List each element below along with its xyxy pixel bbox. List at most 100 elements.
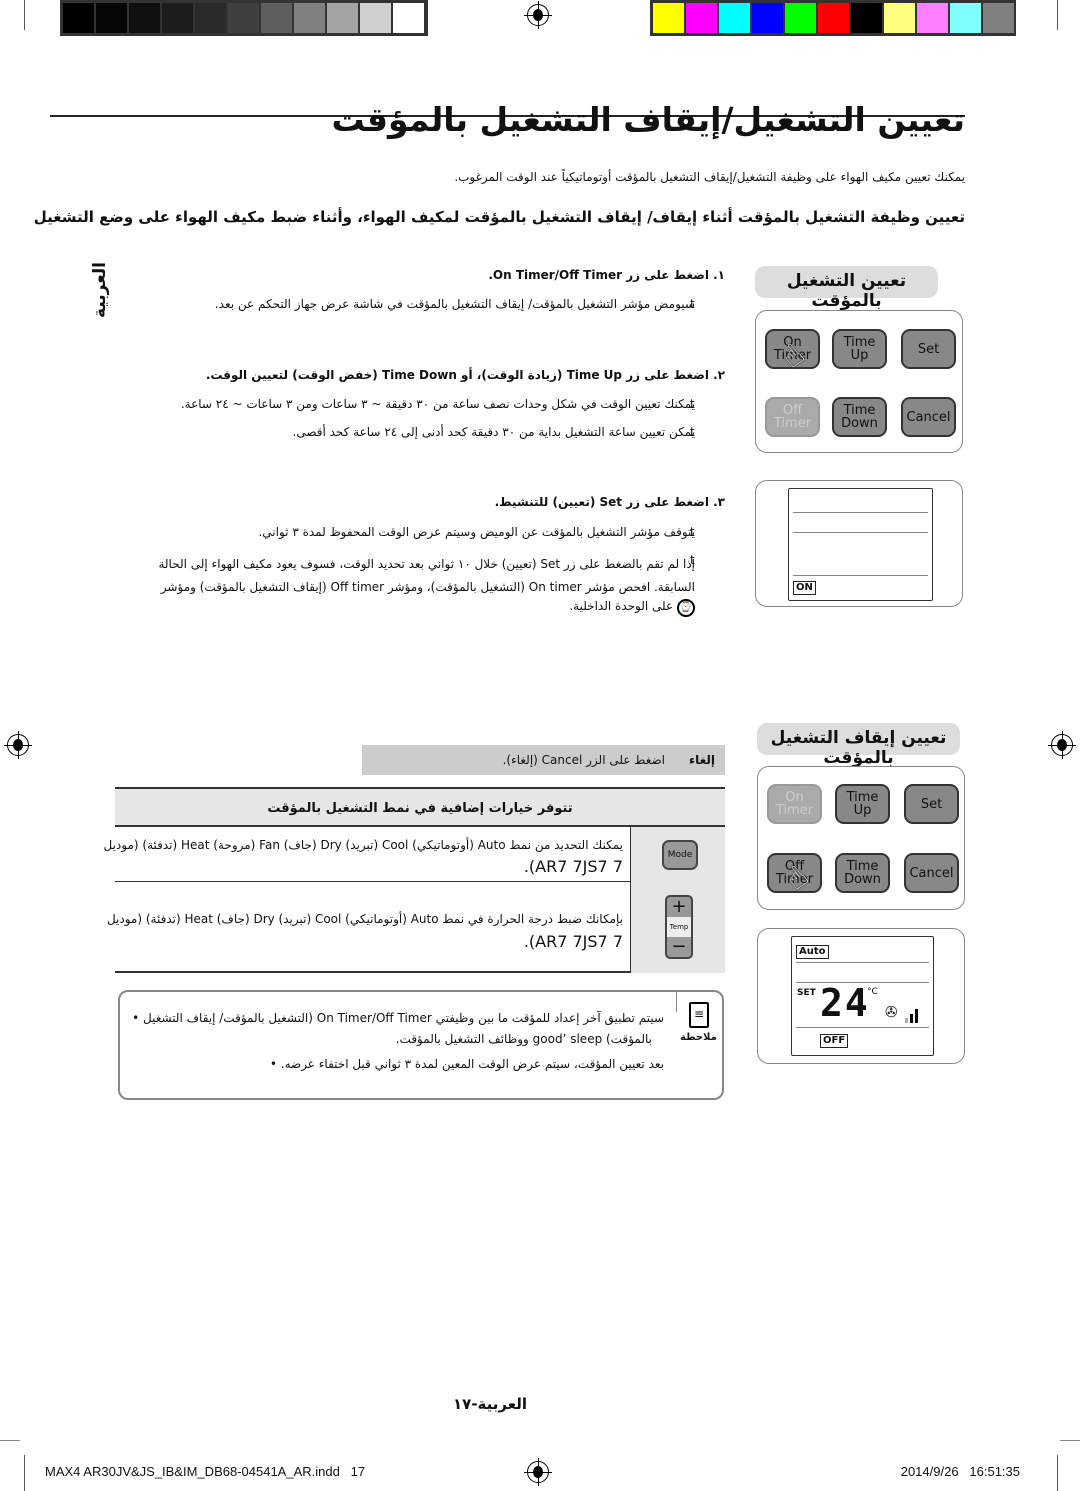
subheading: تعيين وظيفة التشغيل بالمؤقت أثناء إيقاف/… <box>33 208 965 226</box>
off-timer-heading: تعيين إيقاف التشغيل بالمؤقت <box>757 723 960 768</box>
table-header-text: تتوفر خيارات إضافية في نمط التشغيل بالمؤ… <box>267 801 573 816</box>
table-row: بإمكانك ضبط درجة الحرارة في نمط Auto (أو… <box>107 882 725 973</box>
color-swatch <box>326 2 359 34</box>
step-1-bullet-1: سيومض مؤشر التشغيل بالمؤقت/ إيقاف التشغي… <box>215 297 695 311</box>
registration-mark-icon <box>4 731 32 759</box>
remote-display-panel: Auto SET 24 °C ✇ OFF <box>757 928 965 1064</box>
set-label: SET <box>797 988 816 998</box>
icon-cell: Mode <box>630 827 725 882</box>
color-swatch <box>359 2 392 34</box>
remote-buttons-panel: On Timer Time Up Set Off Timer Time Down… <box>755 310 963 453</box>
color-swatch <box>161 2 194 34</box>
on-indicator: ON <box>793 581 816 595</box>
step-3-heading: ٣. اضغط على زر Set (تعيين) للتنشيط. <box>494 495 725 509</box>
bullet-marker: t <box>690 297 695 311</box>
step-2-bullet-1: يمكنك تعيين الوقت في شكل وحدات نصف ساعة … <box>180 397 695 411</box>
bullet-marker: t <box>690 525 695 539</box>
page-number: العربية-١٧ <box>453 1395 527 1413</box>
row-text: AR7 7JS7 7). <box>523 857 623 876</box>
trim-line <box>24 1455 25 1491</box>
trim-line <box>24 0 25 30</box>
off-timer-button[interactable]: Off Timer <box>765 397 820 437</box>
minus-icon: − <box>671 936 687 957</box>
time-down-button[interactable]: Time Down <box>835 853 890 893</box>
page-title: تعيين التشغيل/إيقاف التشغيل بالمؤقت <box>331 100 966 139</box>
remote-display-panel: ON <box>755 480 963 607</box>
trim-line <box>0 1440 20 1441</box>
mode-indicator: Auto <box>796 945 829 959</box>
trim-line <box>1060 1440 1080 1441</box>
plus-icon: + <box>671 896 687 917</box>
bullet-marker: t <box>690 425 695 439</box>
cancel-button[interactable]: Cancel <box>901 397 956 437</box>
registration-mark-icon <box>524 1458 552 1486</box>
cancel-bar: إلغاء اضغط على الزر Cancel (إلغاء). <box>362 745 725 775</box>
bullet-text: على الوحدة الداخلية. <box>569 599 674 613</box>
step-3-bullet-2: إذا لم تقم بالضغط على زر Set (تعيين) خلا… <box>158 557 695 594</box>
temp-label: Temp <box>667 917 691 937</box>
remote-buttons-panel: On Timer Time Up Set Off Timer Time Down… <box>757 766 965 910</box>
options-table: تتوفر خيارات إضافية في نمط التشغيل بالمؤ… <box>104 787 725 973</box>
color-swatch <box>883 2 916 34</box>
note-bullet-1-cont: بالمؤقت) good’ sleep ووظائف التشغيل بالم… <box>395 1032 652 1046</box>
footer-file: MAX4 AR30JV&JS_IB&IM_DB68-04541A_AR.indd… <box>45 1464 366 1479</box>
time-down-button[interactable]: Time Down <box>832 397 887 437</box>
cancel-button[interactable]: Cancel <box>904 853 959 893</box>
note-text: سيتم تطبيق آخر إعداد للمؤقت ما بين وظيفت… <box>142 1011 664 1025</box>
step-2-heading: ٢. اضغط على زر Time Up (زيادة الوقت)، أو… <box>205 368 725 382</box>
color-swatch <box>260 2 293 34</box>
on-timer-button[interactable]: On Timer <box>767 784 822 824</box>
bullet-marker: t <box>690 397 695 411</box>
color-swatch <box>817 2 850 34</box>
row-text: AR7 7JS7 7). <box>523 932 623 951</box>
lcd-screen: ON <box>788 488 933 601</box>
color-swatch <box>293 2 326 34</box>
note-text: بعد تعيين المؤقت، سيتم عرض الوقت المعين … <box>280 1057 664 1071</box>
color-swatch <box>949 2 982 34</box>
color-swatch <box>685 2 718 34</box>
trim-line <box>1057 0 1058 30</box>
intro-text: يمكنك تعيين مكيف الهواء على وظيفة التشغي… <box>454 170 965 184</box>
color-swatch <box>718 2 751 34</box>
lcd-screen: Auto SET 24 °C ✇ OFF <box>791 936 934 1056</box>
set-button[interactable]: Set <box>904 784 959 824</box>
clock-timer-icon: ⌚ <box>677 599 695 617</box>
off-indicator: OFF <box>820 1034 849 1048</box>
color-swatch <box>652 2 685 34</box>
color-swatch <box>62 2 95 34</box>
color-swatch <box>850 2 883 34</box>
set-button[interactable]: Set <box>901 329 956 369</box>
fan-speed-icon <box>905 1009 919 1023</box>
note-box: ≡ ملاحظة سيتم تطبيق آخر إعداد للمؤقت ما … <box>118 990 724 1100</box>
note-divider <box>676 992 677 1012</box>
color-swatch <box>784 2 817 34</box>
icon-cell: + Temp − <box>630 882 725 973</box>
mode-button-icon: Mode <box>662 840 698 870</box>
side-language-label: العربية <box>90 261 111 319</box>
bullet-text: سيومض مؤشر التشغيل بالمؤقت/ إيقاف التشغي… <box>214 297 695 311</box>
color-swatch <box>227 2 260 34</box>
note-bullet-1: سيتم تطبيق آخر إعداد للمؤقت ما بين وظيفت… <box>132 1011 664 1025</box>
time-up-button[interactable]: Time Up <box>832 329 887 369</box>
row-text: يمكنك التحديد من نمط Auto (أوتوماتيكي) C… <box>103 838 624 852</box>
color-swatch <box>751 2 784 34</box>
temp-button-icon: + Temp − <box>665 895 693 959</box>
temperature-unit: °C <box>867 987 878 997</box>
note-label: ملاحظة <box>680 1032 717 1043</box>
fan-icon: ✇ <box>885 1003 898 1021</box>
registration-mark-icon <box>1048 731 1076 759</box>
cancel-text: اضغط على الزر Cancel (إلغاء). <box>502 753 665 767</box>
step-3-bullet-2-end: ⌚ على الوحدة الداخلية. <box>569 599 695 617</box>
color-swatch <box>95 2 128 34</box>
color-swatch <box>128 2 161 34</box>
color-swatch <box>392 2 425 34</box>
step-1-heading: ١. اضغط على زر On Timer/Off Timer. <box>488 268 725 282</box>
set-temperature: 24 <box>820 981 870 1025</box>
color-swatch <box>916 2 949 34</box>
row-text: بإمكانك ضبط درجة الحرارة في نمط Auto (أو… <box>106 912 623 926</box>
cancel-label: إلغاء <box>688 753 715 767</box>
note-document-icon: ≡ <box>689 1002 709 1028</box>
step-2-bullet-2: يمكن تعيين ساعة التشغيل بداية من ٣٠ دقيق… <box>292 425 696 439</box>
table-row: يمكنك التحديد من نمط Auto (أوتوماتيكي) C… <box>104 827 725 882</box>
time-up-button[interactable]: Time Up <box>835 784 890 824</box>
